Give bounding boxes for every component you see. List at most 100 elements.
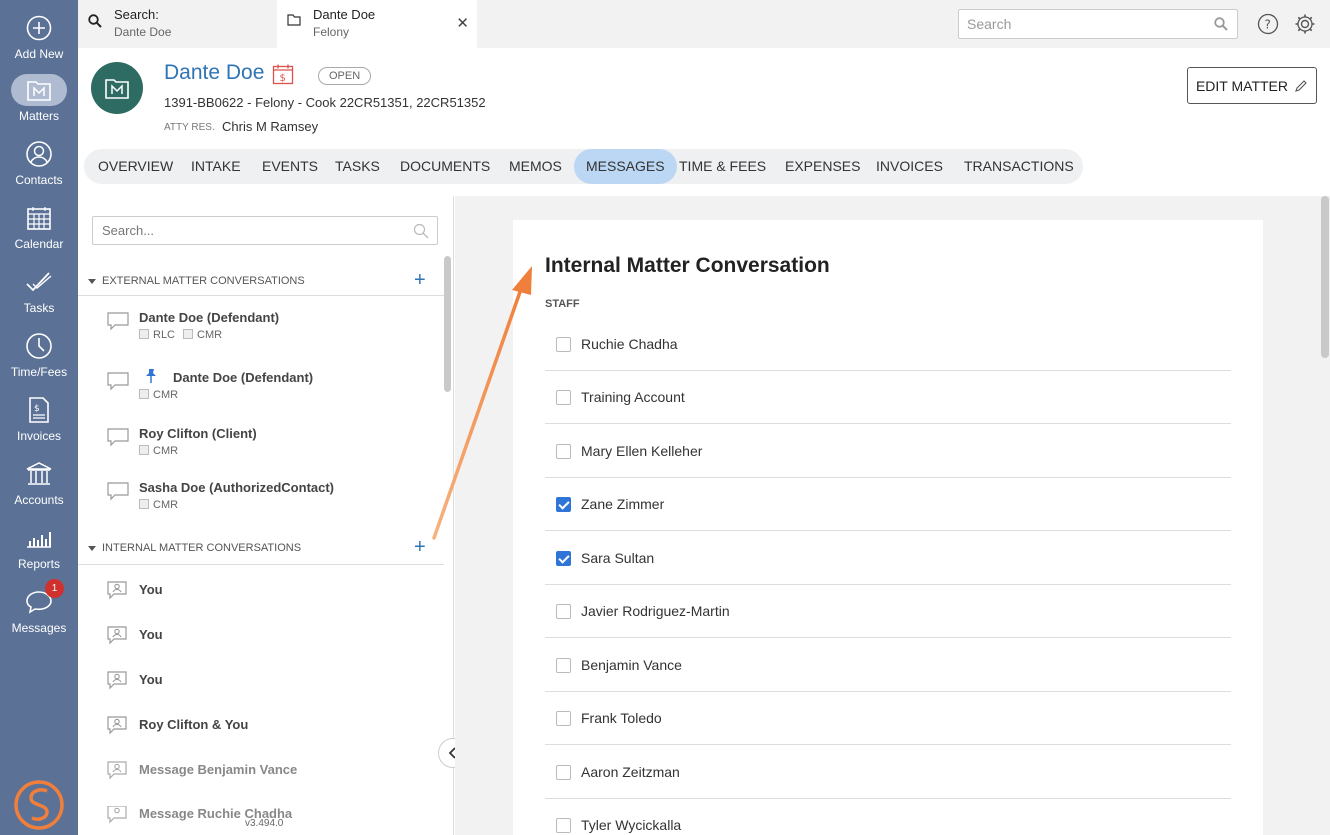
search-placeholder: Search... xyxy=(102,223,155,238)
nav-label: Calendar xyxy=(14,237,64,251)
nav-label: Messages xyxy=(11,621,67,635)
add-internal-conversation-button[interactable]: + xyxy=(414,536,426,559)
help-icon[interactable]: ? xyxy=(1257,13,1279,40)
tab-title: Search: xyxy=(114,7,159,22)
staff-row[interactable]: Aaron Zeitzman xyxy=(545,746,1231,799)
folder-icon xyxy=(287,14,301,29)
matter-folder-icon xyxy=(11,74,67,106)
global-search-input[interactable]: Search xyxy=(958,9,1238,39)
staff-checkbox[interactable] xyxy=(556,390,571,405)
external-section-header[interactable]: EXTERNAL MATTER CONVERSATIONS xyxy=(88,275,305,287)
top-bar: Search: Dante Doe Dante Doe Felony ✕ Sea… xyxy=(78,0,1330,48)
gear-icon[interactable] xyxy=(1294,13,1316,40)
tab-expenses[interactable]: EXPENSES xyxy=(773,149,872,184)
conversation-tags: CMR xyxy=(139,499,186,511)
staff-row[interactable]: Mary Ellen Kelleher xyxy=(545,425,1231,478)
staff-row[interactable]: Sara Sultan xyxy=(545,532,1231,585)
staff-row[interactable]: Training Account xyxy=(545,371,1231,424)
conversation-name: Roy Clifton (Client) xyxy=(139,426,257,441)
tab-title: Dante Doe xyxy=(313,7,376,22)
search-icon[interactable] xyxy=(413,223,429,242)
nav-tasks[interactable]: Tasks xyxy=(0,266,78,315)
search-placeholder: Search xyxy=(967,16,1012,32)
nav-label: Invoices xyxy=(16,429,62,443)
list-item[interactable]: Roy Clifton & You xyxy=(106,716,426,739)
list-item[interactable]: You xyxy=(106,671,426,694)
staff-row[interactable]: Benjamin Vance xyxy=(545,639,1231,692)
nav-matters[interactable]: Matters xyxy=(0,74,78,123)
conversation-name: Dante Doe (Defendant) xyxy=(139,310,280,325)
tab-intake[interactable]: INTAKE xyxy=(179,149,253,184)
nav-messages[interactable]: 1 Messages xyxy=(0,579,78,635)
staff-name: Sara Sultan xyxy=(581,550,655,566)
tab-documents[interactable]: DOCUMENTS xyxy=(388,149,502,184)
tab-messages[interactable]: MESSAGES xyxy=(574,149,677,184)
conversation-name: Dante Doe (Defendant) xyxy=(173,370,314,385)
tab-subtitle: Felony xyxy=(313,25,350,39)
person-bubble-icon xyxy=(106,625,128,650)
atty-label: ATTY RES. xyxy=(164,122,215,133)
staff-checkbox[interactable] xyxy=(556,658,571,673)
person-bubble-icon xyxy=(106,580,128,605)
add-external-conversation-button[interactable]: + xyxy=(414,269,426,292)
conversation-list-panel: Search... EXTERNAL MATTER CONVERSATIONS … xyxy=(78,196,454,835)
list-item[interactable]: You xyxy=(106,625,426,650)
conversation-search-input[interactable]: Search... xyxy=(92,216,438,245)
staff-checkbox-checked[interactable] xyxy=(556,497,571,512)
staff-row[interactable]: Javier Rodriguez-Martin xyxy=(545,585,1231,638)
close-icon[interactable]: ✕ xyxy=(456,14,469,32)
tab-tasks[interactable]: TASKS xyxy=(323,149,392,184)
staff-checkbox[interactable] xyxy=(556,604,571,619)
status-badge: OPEN xyxy=(318,67,372,85)
tab-events[interactable]: EVENTS xyxy=(250,149,330,184)
calendar-icon xyxy=(11,202,67,234)
chat-bubble-icon xyxy=(106,426,130,453)
staff-checkbox[interactable] xyxy=(556,711,571,726)
staff-name: Zane Zimmer xyxy=(581,496,665,512)
staff-row[interactable]: Frank Toledo xyxy=(545,692,1231,745)
staff-name: Tyler Wycickalla xyxy=(581,817,682,833)
nav-accounts[interactable]: Accounts xyxy=(0,458,78,507)
staff-checkbox[interactable] xyxy=(556,765,571,780)
tab-transactions[interactable]: TRANSACTIONS xyxy=(952,149,1086,184)
left-scrollbar[interactable] xyxy=(444,256,451,392)
staff-row[interactable]: Tyler Wycickalla xyxy=(545,799,1231,835)
tab-matter[interactable]: Dante Doe Felony ✕ xyxy=(277,0,477,48)
nav-time-fees[interactable]: Time/Fees xyxy=(0,330,78,379)
matter-tabs: OVERVIEW INTAKE EVENTS TASKS DOCUMENTS M… xyxy=(84,149,1083,184)
staff-row[interactable]: Zane Zimmer xyxy=(545,478,1231,531)
main-scrollbar[interactable] xyxy=(1321,196,1329,358)
staff-row[interactable]: Ruchie Chadha xyxy=(545,318,1231,371)
edit-matter-button[interactable]: EDIT MATTER xyxy=(1187,67,1317,104)
tab-invoices[interactable]: INVOICES xyxy=(864,149,955,184)
staff-checkbox-checked[interactable] xyxy=(556,551,571,566)
search-icon[interactable] xyxy=(1214,17,1228,34)
tab-overview[interactable]: OVERVIEW xyxy=(86,149,185,184)
divider xyxy=(78,564,444,565)
nav-label: Time/Fees xyxy=(10,365,68,379)
divider xyxy=(78,295,444,296)
tab-memos[interactable]: MEMOS xyxy=(497,149,574,184)
tab-search-results[interactable]: Search: Dante Doe xyxy=(78,0,276,48)
pin-icon[interactable] xyxy=(144,368,158,389)
staff-name: Javier Rodriguez-Martin xyxy=(581,603,730,619)
staff-checkbox[interactable] xyxy=(556,818,571,833)
conversation-card: Internal Matter Conversation STAFF Ruchi… xyxy=(513,220,1263,835)
svg-text:$: $ xyxy=(280,73,286,84)
internal-section-header[interactable]: INTERNAL MATTER CONVERSATIONS xyxy=(88,542,301,554)
list-item[interactable]: You xyxy=(106,580,426,605)
nav-reports[interactable]: Reports xyxy=(0,522,78,571)
tab-time-fees[interactable]: TIME & FEES xyxy=(667,149,778,184)
unread-badge: 1 xyxy=(45,579,64,598)
nav-add-new[interactable]: Add New xyxy=(0,12,78,61)
conversation-tags: CMR xyxy=(139,389,186,401)
staff-checkbox[interactable] xyxy=(556,444,571,459)
list-item[interactable]: Message Benjamin Vance xyxy=(106,761,426,784)
billing-calendar-icon[interactable]: $ xyxy=(272,63,294,90)
staff-name: Training Account xyxy=(581,389,685,405)
staff-checkbox[interactable] xyxy=(556,337,571,352)
nav-contacts[interactable]: Contacts xyxy=(0,138,78,187)
nav-calendar[interactable]: Calendar xyxy=(0,202,78,251)
nav-invoices[interactable]: $ Invoices xyxy=(0,394,78,443)
staff-name: Frank Toledo xyxy=(581,710,662,726)
